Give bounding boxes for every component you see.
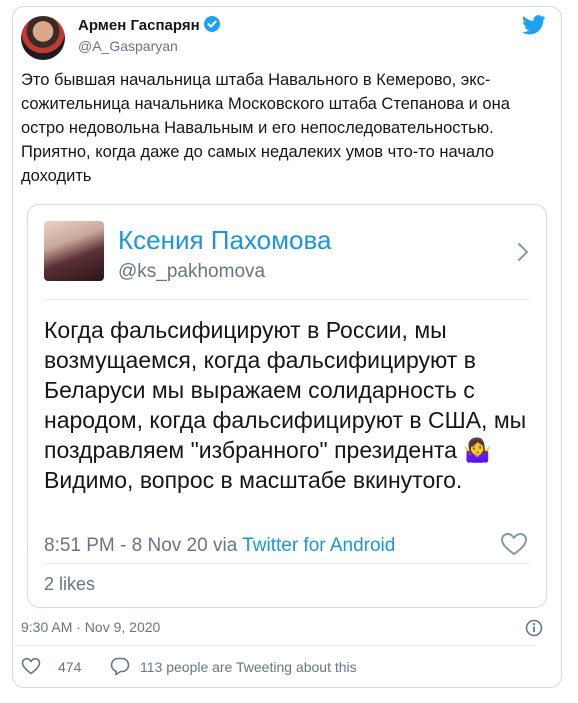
author-handle[interactable]: @A_Gasparyan bbox=[78, 38, 178, 54]
author-name-row[interactable]: Армен Гаспарян bbox=[78, 16, 220, 34]
verified-badge-icon bbox=[203, 16, 220, 32]
quoted-divider bbox=[44, 299, 530, 300]
quoted-tweet[interactable]: Ксения Пахомова @ks_pakhomova Когда фаль… bbox=[27, 204, 547, 608]
info-icon[interactable] bbox=[525, 619, 543, 637]
author-name[interactable]: Армен Гаспарян bbox=[78, 17, 200, 34]
likes-count[interactable]: 474 bbox=[58, 659, 81, 675]
twitter-bird-icon[interactable] bbox=[522, 14, 546, 36]
quoted-meta: 8:51 PM - 8 Nov 20 via Twitter for Andro… bbox=[44, 535, 395, 557]
quoted-text-end: Видимо, вопрос в масштабе вкинутого. bbox=[44, 467, 463, 493]
quoted-text: Когда фальсифицируют в России, мы возмущ… bbox=[44, 315, 534, 495]
author-avatar[interactable] bbox=[21, 16, 65, 60]
shrug-emoji: 🤷‍♀️ bbox=[463, 437, 493, 463]
quoted-author-handle[interactable]: @ks_pakhomova bbox=[118, 261, 265, 283]
quoted-timestamp[interactable]: 8:51 PM - 8 Nov 20 via bbox=[44, 535, 242, 556]
heart-icon[interactable] bbox=[500, 532, 528, 556]
quoted-author-avatar[interactable] bbox=[44, 221, 104, 281]
quoted-divider-2 bbox=[44, 563, 530, 564]
quoted-likes[interactable]: 2 likes bbox=[44, 574, 95, 595]
tweet-text: Это бывшая начальница штаба Навального в… bbox=[21, 71, 510, 185]
conversation-link[interactable]: 113 people are Tweeting about this bbox=[140, 659, 357, 675]
chevron-right-icon[interactable] bbox=[516, 241, 530, 263]
quoted-via-link[interactable]: Twitter for Android bbox=[242, 535, 395, 556]
reply-bubble-icon[interactable] bbox=[110, 657, 130, 676]
quoted-text-main: Когда фальсифицируют в России, мы возмущ… bbox=[44, 317, 527, 463]
tweet-date[interactable]: 9:30 AM · Nov 9, 2020 bbox=[21, 619, 160, 635]
heart-icon[interactable] bbox=[21, 657, 41, 675]
actions-divider bbox=[12, 645, 536, 646]
quoted-author-name[interactable]: Ксения Пахомова bbox=[118, 225, 331, 256]
